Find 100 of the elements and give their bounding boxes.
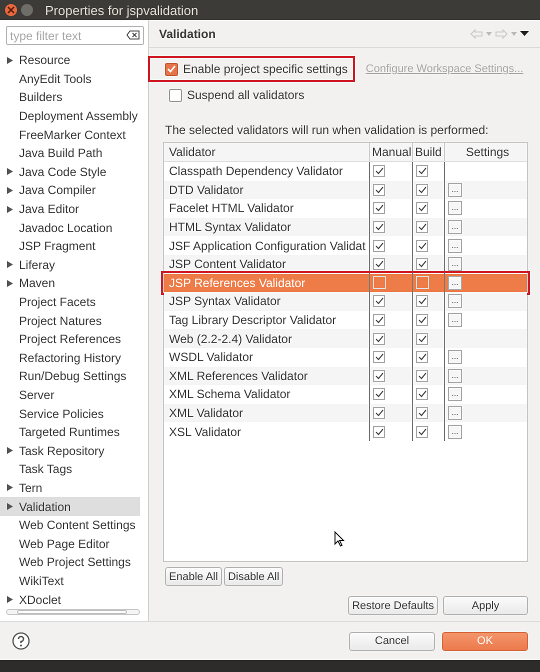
build-checkbox[interactable] [416,407,428,420]
build-checkbox[interactable] [416,165,428,178]
settings-button[interactable]: ... [448,368,462,383]
sidebar-item[interactable]: Resource [0,51,148,70]
build-checkbox[interactable] [416,258,428,270]
build-checkbox[interactable] [416,370,428,382]
sidebar-item[interactable]: Web Content Settings [0,516,148,534]
manual-checkbox[interactable] [373,370,385,382]
validator-row[interactable]: XML References Validator ... [164,366,527,386]
sidebar-item[interactable]: XDoclet [0,590,148,609]
checkbox-box[interactable] [169,88,182,102]
sidebar-item[interactable]: Server [0,386,148,404]
manual-checkbox[interactable] [373,332,385,345]
filter-field[interactable]: type filter text [6,26,144,45]
validator-row[interactable]: JSP Syntax Validator ... [164,292,527,311]
manual-checkbox[interactable] [373,314,385,326]
settings-button[interactable]: ... [448,201,462,216]
build-checkbox[interactable] [416,351,428,364]
enable-settings-checkbox[interactable]: Enable project specific settings [151,59,352,79]
sidebar-item[interactable]: Tern [0,478,148,498]
manual-checkbox[interactable] [373,258,385,270]
expand-icon[interactable] [7,484,13,492]
settings-button[interactable]: ... [448,387,462,402]
settings-button[interactable]: ... [448,294,462,308]
table-action-button[interactable]: Disable All [224,567,284,586]
settings-button[interactable]: ... [448,350,462,364]
settings-button[interactable]: ... [448,220,462,234]
build-checkbox[interactable] [416,240,428,252]
validator-row[interactable]: HTML Syntax Validator ... [164,218,527,236]
manual-checkbox[interactable] [373,165,385,178]
sidebar-item[interactable]: Liferay [0,256,148,274]
sidebar-item[interactable]: Maven [0,274,148,293]
sidebar-item[interactable]: Service Policies [0,404,148,423]
validator-row[interactable]: DTD Validator ... [164,180,527,200]
suspend-validators-checkbox[interactable]: Suspend all validators [165,85,528,105]
sidebar-item[interactable]: Task Tags [0,460,148,479]
sidebar-item[interactable]: Targeted Runtimes [0,422,148,442]
expand-icon[interactable] [7,447,13,454]
expand-icon[interactable] [7,596,13,604]
manual-checkbox[interactable] [373,184,385,196]
sidebar-item[interactable]: Web Project Settings [0,553,148,572]
validator-row[interactable]: JSP References Validator ... [164,274,527,292]
manual-checkbox[interactable] [373,407,385,420]
sidebar-item[interactable]: Deployment Assembly [0,106,148,126]
expand-icon[interactable] [7,503,13,510]
build-checkbox[interactable] [416,202,428,214]
manual-checkbox[interactable] [373,351,385,364]
expand-icon[interactable] [7,186,13,194]
sidebar-item[interactable]: WikiText [0,572,148,590]
help-icon[interactable] [12,632,30,650]
sidebar-item[interactable]: Web Page Editor [0,534,148,554]
expand-icon[interactable] [7,261,13,268]
sidebar-item[interactable]: Java Code Style [0,162,148,182]
sidebar-item[interactable]: Java Compiler [0,181,148,200]
expand-icon[interactable] [7,206,13,213]
column-header[interactable]: Validator [164,143,369,161]
build-checkbox[interactable] [416,221,428,234]
build-checkbox[interactable] [416,184,428,196]
sidebar-item[interactable]: Java Editor [0,200,148,218]
build-checkbox[interactable] [416,295,428,308]
manual-checkbox[interactable] [373,221,385,234]
sidebar-item[interactable]: Refactoring History [0,348,148,368]
sidebar-item[interactable]: Project References [0,330,148,348]
build-checkbox[interactable] [416,332,428,345]
sidebar-item[interactable]: Builders [0,88,148,107]
expand-icon[interactable] [7,280,13,287]
build-checkbox[interactable] [416,314,428,326]
column-header[interactable]: Settings [444,143,527,161]
build-checkbox[interactable] [416,388,428,400]
close-icon[interactable] [5,4,17,16]
checkbox-box[interactable] [165,62,178,76]
horizontal-scrollbar[interactable] [6,608,140,615]
page-action-button[interactable]: Restore Defaults [348,596,438,615]
manual-checkbox[interactable] [373,202,385,214]
manual-checkbox[interactable] [373,388,385,400]
column-header[interactable]: Build [412,143,444,161]
manual-checkbox[interactable] [373,240,385,252]
validator-row[interactable]: XML Validator ... [164,404,527,422]
sidebar-item[interactable]: JSP Fragment [0,236,148,256]
page-action-button[interactable]: Apply [443,596,528,615]
settings-button[interactable]: ... [448,238,462,253]
manual-checkbox[interactable] [373,426,385,438]
sidebar-item[interactable]: AnyEdit Tools [0,70,148,88]
settings-button[interactable]: ... [448,276,462,290]
column-header[interactable]: Manual [369,143,412,161]
sidebar-item[interactable]: FreeMarker Context [0,125,148,144]
table-action-button[interactable]: Enable All [165,567,222,586]
settings-button[interactable]: ... [448,182,462,197]
sidebar-item[interactable]: Task Repository [0,441,148,460]
expand-icon[interactable] [7,168,13,176]
sidebar-item[interactable]: Java Build Path [0,144,148,163]
validator-row[interactable]: XSL Validator ... [164,422,527,441]
sidebar-item[interactable]: Run/Debug Settings [0,367,148,386]
validator-row[interactable]: Web (2.2-2.4) Validator [164,329,527,348]
settings-button[interactable]: ... [448,313,462,328]
expand-icon[interactable] [7,56,13,64]
sidebar-item[interactable]: Validation [0,497,140,516]
clear-icon[interactable] [126,30,140,40]
dialog-button[interactable]: Cancel [349,632,435,650]
settings-button[interactable]: ... [448,406,462,420]
